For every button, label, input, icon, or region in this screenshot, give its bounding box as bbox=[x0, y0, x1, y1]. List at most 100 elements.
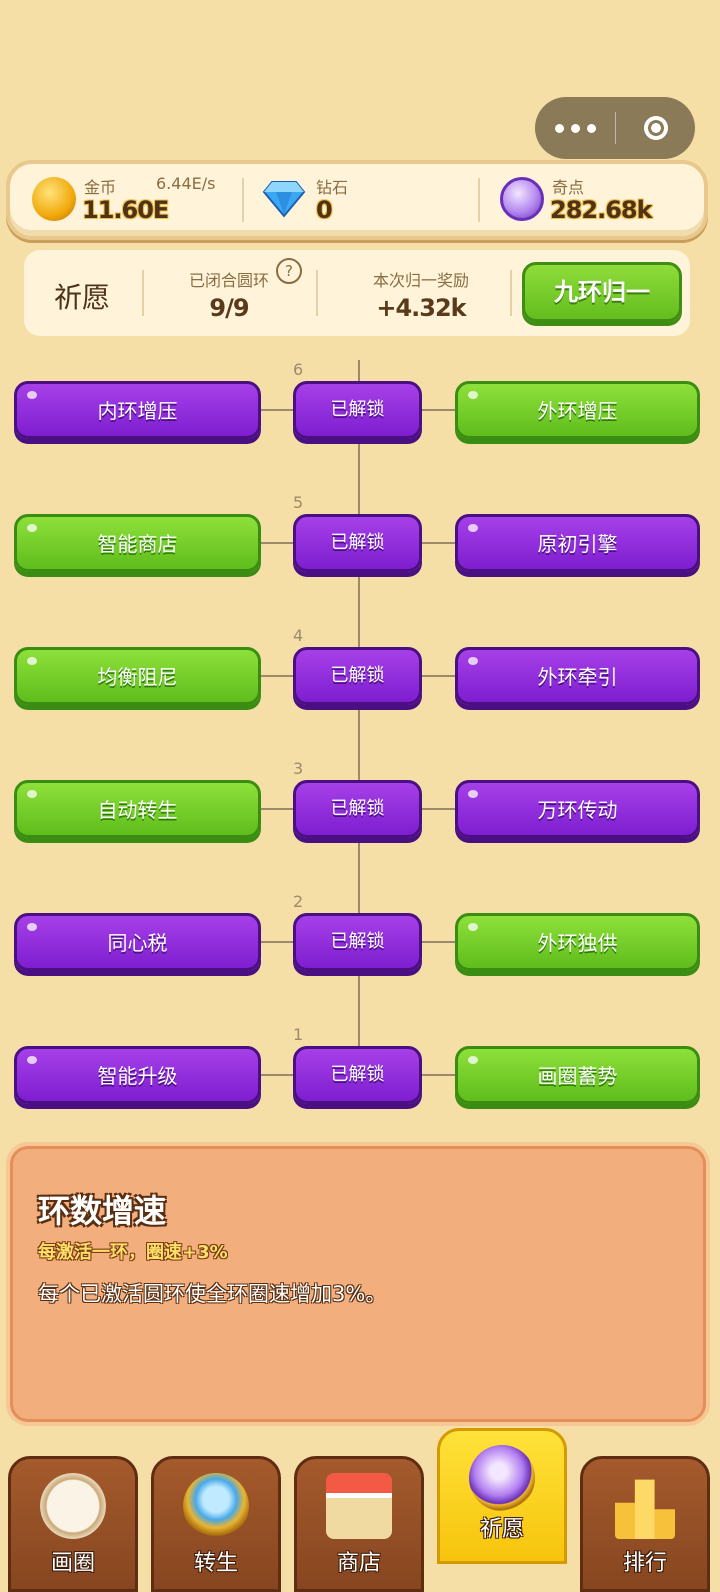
gold-value: 11.60E bbox=[82, 196, 169, 224]
level-number: 1 bbox=[293, 1025, 304, 1044]
miniprogram-capsule bbox=[535, 97, 695, 159]
shop-icon bbox=[326, 1473, 392, 1539]
upgrade-node-right[interactable]: 原初引擎 bbox=[455, 514, 700, 572]
description-panel: 环数增速 每激活一环，圈速+3% 每个已激活圆环使全环圈速增加3%。 bbox=[6, 1142, 710, 1426]
tab-ranking-label: 排行 bbox=[622, 1551, 667, 1576]
wish-divider bbox=[510, 270, 512, 316]
tab-shop[interactable]: 商店 bbox=[294, 1456, 424, 1592]
unlocked-badge: 已解锁 bbox=[293, 1046, 422, 1104]
upgrade-node-label: 原初引擎 bbox=[537, 532, 618, 556]
tab-draw-label: 画圈 bbox=[50, 1551, 95, 1576]
diamond-icon bbox=[262, 181, 306, 218]
unlocked-badge: 已解锁 bbox=[293, 780, 422, 838]
tree-connector bbox=[422, 542, 455, 544]
tree-connector bbox=[422, 941, 455, 943]
upgrade-node-right[interactable]: 画圈蓄势 bbox=[455, 1046, 700, 1104]
upgrade-node-left[interactable]: 智能商店 bbox=[14, 514, 261, 572]
unlocked-badge: 已解锁 bbox=[293, 514, 422, 572]
upgrade-node-label: 外环独供 bbox=[537, 931, 618, 955]
level-number: 2 bbox=[293, 892, 304, 911]
upgrade-node-right[interactable]: 外环独供 bbox=[455, 913, 700, 971]
currency-divider bbox=[478, 178, 480, 222]
wish-bar: 祈愿 已闭合圆环 ? 9/9 本次归一奖励 +4.32k 九环归一 bbox=[24, 250, 690, 336]
unlocked-badge: 已解锁 bbox=[293, 381, 422, 439]
bottom-tab-bar: 画圈 转生 商店 祈愿 排行 bbox=[0, 1428, 720, 1592]
unlocked-badge: 已解锁 bbox=[293, 647, 422, 705]
reward-value: +4.32k bbox=[376, 294, 466, 322]
upgrade-node-left[interactable]: 内环增压 bbox=[14, 381, 261, 439]
closed-rings-value: 9/9 bbox=[209, 294, 249, 322]
upgrade-node-left[interactable]: 同心税 bbox=[14, 913, 261, 971]
level-number: 5 bbox=[293, 493, 304, 512]
gold-coin-icon bbox=[32, 177, 76, 221]
wish-title: 祈愿 bbox=[54, 281, 111, 314]
podium-icon bbox=[615, 1479, 675, 1539]
tree-connector bbox=[261, 675, 293, 677]
tab-wish[interactable]: 祈愿 bbox=[437, 1428, 567, 1564]
reward-label: 本次归一奖励 bbox=[372, 271, 469, 290]
wish-divider bbox=[142, 270, 144, 316]
upgrade-node-label: 均衡阻尼 bbox=[97, 665, 178, 689]
upgrade-node-left[interactable]: 智能升级 bbox=[14, 1046, 261, 1104]
help-icon[interactable]: ? bbox=[276, 258, 302, 284]
upgrade-node-right[interactable]: 万环传动 bbox=[455, 780, 700, 838]
gold-label: 金币 bbox=[84, 178, 117, 197]
tab-rebirth[interactable]: 转生 bbox=[151, 1456, 281, 1592]
orb-label: 奇点 bbox=[552, 178, 585, 197]
pencil-circle-icon bbox=[40, 1473, 106, 1539]
diamond-currency: 钻石 0 bbox=[260, 164, 460, 236]
wish-divider bbox=[316, 270, 318, 316]
level-number: 4 bbox=[293, 626, 304, 645]
description-subtitle: 每激活一环，圈速+3% bbox=[38, 1242, 228, 1263]
tab-draw[interactable]: 画圈 bbox=[8, 1456, 138, 1592]
upgrade-node-label: 万环传动 bbox=[537, 798, 618, 822]
currency-divider bbox=[242, 178, 244, 222]
diamond-ring-icon bbox=[183, 1473, 249, 1539]
upgrade-node-right[interactable]: 外环增压 bbox=[455, 381, 700, 439]
tree-connector bbox=[422, 675, 455, 677]
orb-currency: 奇点 282.68k bbox=[496, 164, 696, 236]
upgrade-node-left[interactable]: 自动转生 bbox=[14, 780, 261, 838]
upgrade-node-label: 外环牵引 bbox=[537, 665, 618, 689]
level-number: 3 bbox=[293, 759, 304, 778]
tree-connector bbox=[422, 1074, 455, 1076]
tab-ranking[interactable]: 排行 bbox=[580, 1456, 710, 1592]
currency-bar: 金币 6.44E/s 11.60E 钻石 0 奇点 282.68k bbox=[6, 160, 708, 240]
upgrade-node-label: 智能升级 bbox=[97, 1064, 178, 1088]
tab-wish-label: 祈愿 bbox=[479, 1517, 524, 1542]
tree-spine bbox=[358, 360, 360, 1100]
tab-shop-label: 商店 bbox=[336, 1551, 381, 1576]
orb-value: 282.68k bbox=[550, 196, 653, 224]
tree-connector bbox=[261, 941, 293, 943]
upgrade-node-label: 自动转生 bbox=[97, 798, 178, 822]
tree-connector bbox=[261, 409, 293, 411]
gold-rate: 6.44E/s bbox=[156, 174, 216, 193]
purple-orb-icon bbox=[500, 177, 544, 221]
diamond-label: 钻石 bbox=[316, 178, 349, 197]
upgrade-node-right[interactable]: 外环牵引 bbox=[455, 647, 700, 705]
unlocked-badge: 已解锁 bbox=[293, 913, 422, 971]
close-miniprogram-button[interactable] bbox=[616, 97, 695, 159]
tree-connector bbox=[261, 808, 293, 810]
closed-rings-label: 已闭合圆环 bbox=[188, 271, 269, 290]
upgrade-node-label: 内环增压 bbox=[97, 399, 178, 423]
tree-connector bbox=[422, 808, 455, 810]
upgrade-node-label: 外环增压 bbox=[537, 399, 618, 423]
upgrade-node-label: 画圈蓄势 bbox=[537, 1064, 618, 1088]
crystal-ball-icon bbox=[469, 1445, 535, 1511]
description-title: 环数增速 bbox=[38, 1192, 167, 1230]
more-menu-button[interactable] bbox=[535, 97, 615, 159]
upgrade-node-left[interactable]: 均衡阻尼 bbox=[14, 647, 261, 705]
level-number: 6 bbox=[293, 360, 304, 379]
nine-ring-return-button[interactable]: 九环归一 bbox=[522, 262, 682, 322]
upgrade-node-label: 智能商店 bbox=[97, 532, 178, 556]
gold-currency: 金币 6.44E/s 11.60E bbox=[24, 164, 244, 236]
tab-rebirth-label: 转生 bbox=[193, 1551, 238, 1576]
diamond-value: 0 bbox=[316, 196, 333, 224]
target-icon bbox=[643, 116, 668, 140]
tree-connector bbox=[261, 542, 293, 544]
description-body: 每个已激活圆环使全环圈速增加3%。 bbox=[38, 1282, 387, 1306]
tree-connector bbox=[422, 409, 455, 411]
tree-connector bbox=[261, 1074, 293, 1076]
upgrade-node-label: 同心税 bbox=[107, 931, 168, 955]
